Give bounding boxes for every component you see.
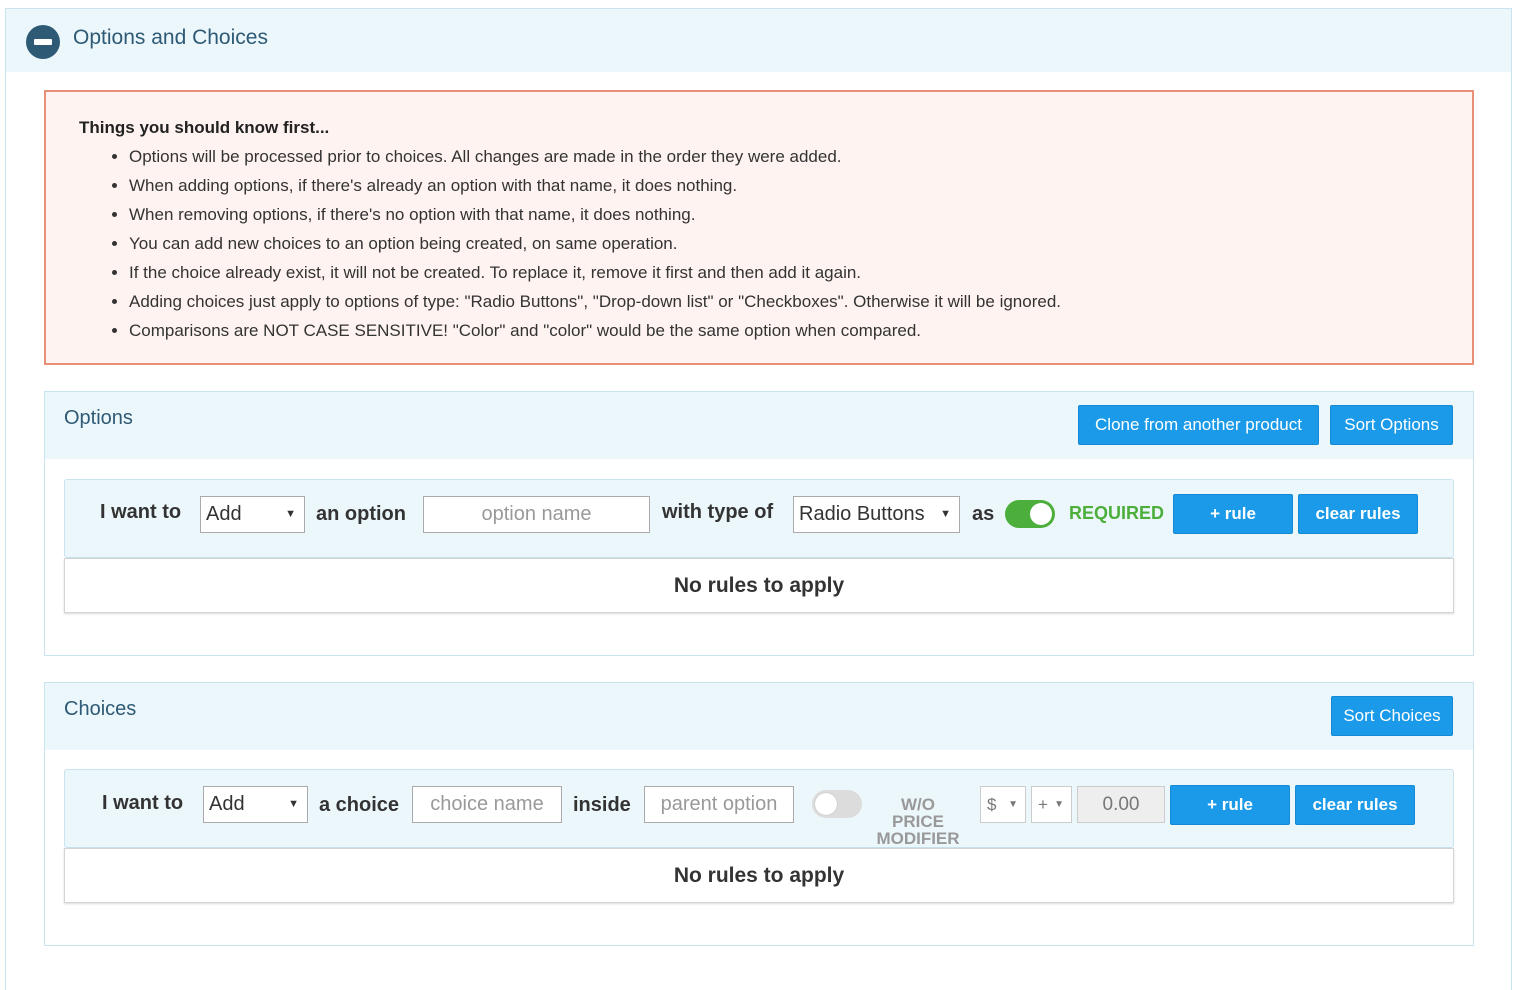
wo-label-line: W/O	[901, 795, 935, 814]
clone-from-product-button[interactable]: Clone from another product	[1078, 405, 1319, 445]
toggle-knob	[815, 793, 837, 815]
choices-no-rules-message: No rules to apply	[64, 848, 1454, 903]
clear-choice-rules-button[interactable]: clear rules	[1295, 785, 1415, 825]
currency-select[interactable]: $ ▼	[980, 786, 1026, 823]
choice-rule-builder: I want to Add ▼ a choice choice name ins…	[64, 769, 1454, 848]
notice-list: Options will be processed prior to choic…	[129, 142, 1061, 345]
options-no-rules-message: No rules to apply	[64, 558, 1454, 613]
notice-item: Adding choices just apply to options of …	[129, 287, 1061, 316]
parent-option-input[interactable]: parent option	[644, 786, 794, 823]
notice-item: Comparisons are NOT CASE SENSITIVE! "Col…	[129, 316, 1061, 345]
option-type-select[interactable]: Radio Buttons ▼	[793, 496, 960, 533]
currency-value: $	[987, 795, 997, 814]
inside-label: inside	[573, 794, 631, 816]
section-header[interactable]: Options and Choices	[6, 9, 1511, 72]
required-toggle[interactable]	[1005, 500, 1055, 528]
option-action-value: Add	[206, 503, 242, 525]
wo-price-modifier-label: W/O PRICE MODIFIER	[873, 796, 963, 847]
notice-item: Options will be processed prior to choic…	[129, 142, 1061, 171]
sort-options-button[interactable]: Sort Options	[1330, 405, 1453, 445]
options-panel: Options Clone from another product Sort …	[44, 391, 1474, 656]
notice-box: Things you should know first... Options …	[44, 90, 1474, 365]
caret-down-icon: ▼	[288, 798, 299, 810]
option-type-value: Radio Buttons	[799, 503, 925, 525]
add-choice-rule-button[interactable]: + rule	[1170, 785, 1290, 825]
option-rule-builder: I want to Add ▼ an option option name wi…	[64, 479, 1454, 558]
options-panel-title: Options	[64, 407, 133, 429]
caret-down-icon: ▼	[1008, 799, 1018, 810]
a-choice-label: a choice	[319, 794, 400, 816]
caret-down-icon: ▼	[1054, 799, 1064, 810]
notice-title: Things you should know first...	[79, 118, 330, 137]
i-want-to-label: I want to	[102, 792, 184, 814]
clear-option-rules-button[interactable]: clear rules	[1298, 494, 1418, 534]
modifier-label-line: MODIFIER	[876, 829, 960, 848]
choices-panel-title: Choices	[64, 698, 137, 720]
option-action-select[interactable]: Add ▼	[200, 496, 305, 533]
sign-select[interactable]: + ▼	[1031, 786, 1072, 823]
choices-panel-header: Choices Sort Choices	[45, 683, 1473, 750]
options-and-choices-section: Options and Choices Things you should kn…	[5, 8, 1512, 990]
price-label-line: PRICE	[892, 812, 944, 831]
choice-action-select[interactable]: Add ▼	[203, 786, 308, 823]
notice-item: If the choice already exist, it will not…	[129, 258, 1061, 287]
with-type-of-label: with type of	[662, 501, 774, 523]
i-want-to-label: I want to	[100, 501, 182, 523]
notice-item: When removing options, if there's no opt…	[129, 200, 1061, 229]
price-input[interactable]: 0.00	[1077, 786, 1165, 823]
notice-item: When adding options, if there's already …	[129, 171, 1061, 200]
caret-down-icon: ▼	[940, 508, 951, 520]
toggle-knob	[1030, 503, 1052, 525]
add-option-rule-button[interactable]: + rule	[1173, 494, 1293, 534]
options-panel-header: Options Clone from another product Sort …	[45, 392, 1473, 459]
notice-item: You can add new choices to an option bei…	[129, 229, 1061, 258]
sort-choices-button[interactable]: Sort Choices	[1331, 696, 1453, 736]
caret-down-icon: ▼	[285, 508, 296, 520]
choice-name-input[interactable]: choice name	[412, 786, 562, 823]
an-option-label: an option	[316, 503, 406, 525]
sign-value: +	[1038, 795, 1048, 814]
choices-panel: Choices Sort Choices I want to Add ▼ a c…	[44, 682, 1474, 946]
section-title: Options and Choices	[73, 26, 268, 49]
price-modifier-toggle[interactable]	[812, 790, 862, 818]
collapse-minus-icon[interactable]	[26, 25, 60, 59]
choice-action-value: Add	[209, 793, 245, 815]
required-label: REQUIRED	[1069, 503, 1165, 523]
option-name-input[interactable]: option name	[423, 496, 650, 533]
as-label: as	[972, 503, 995, 525]
